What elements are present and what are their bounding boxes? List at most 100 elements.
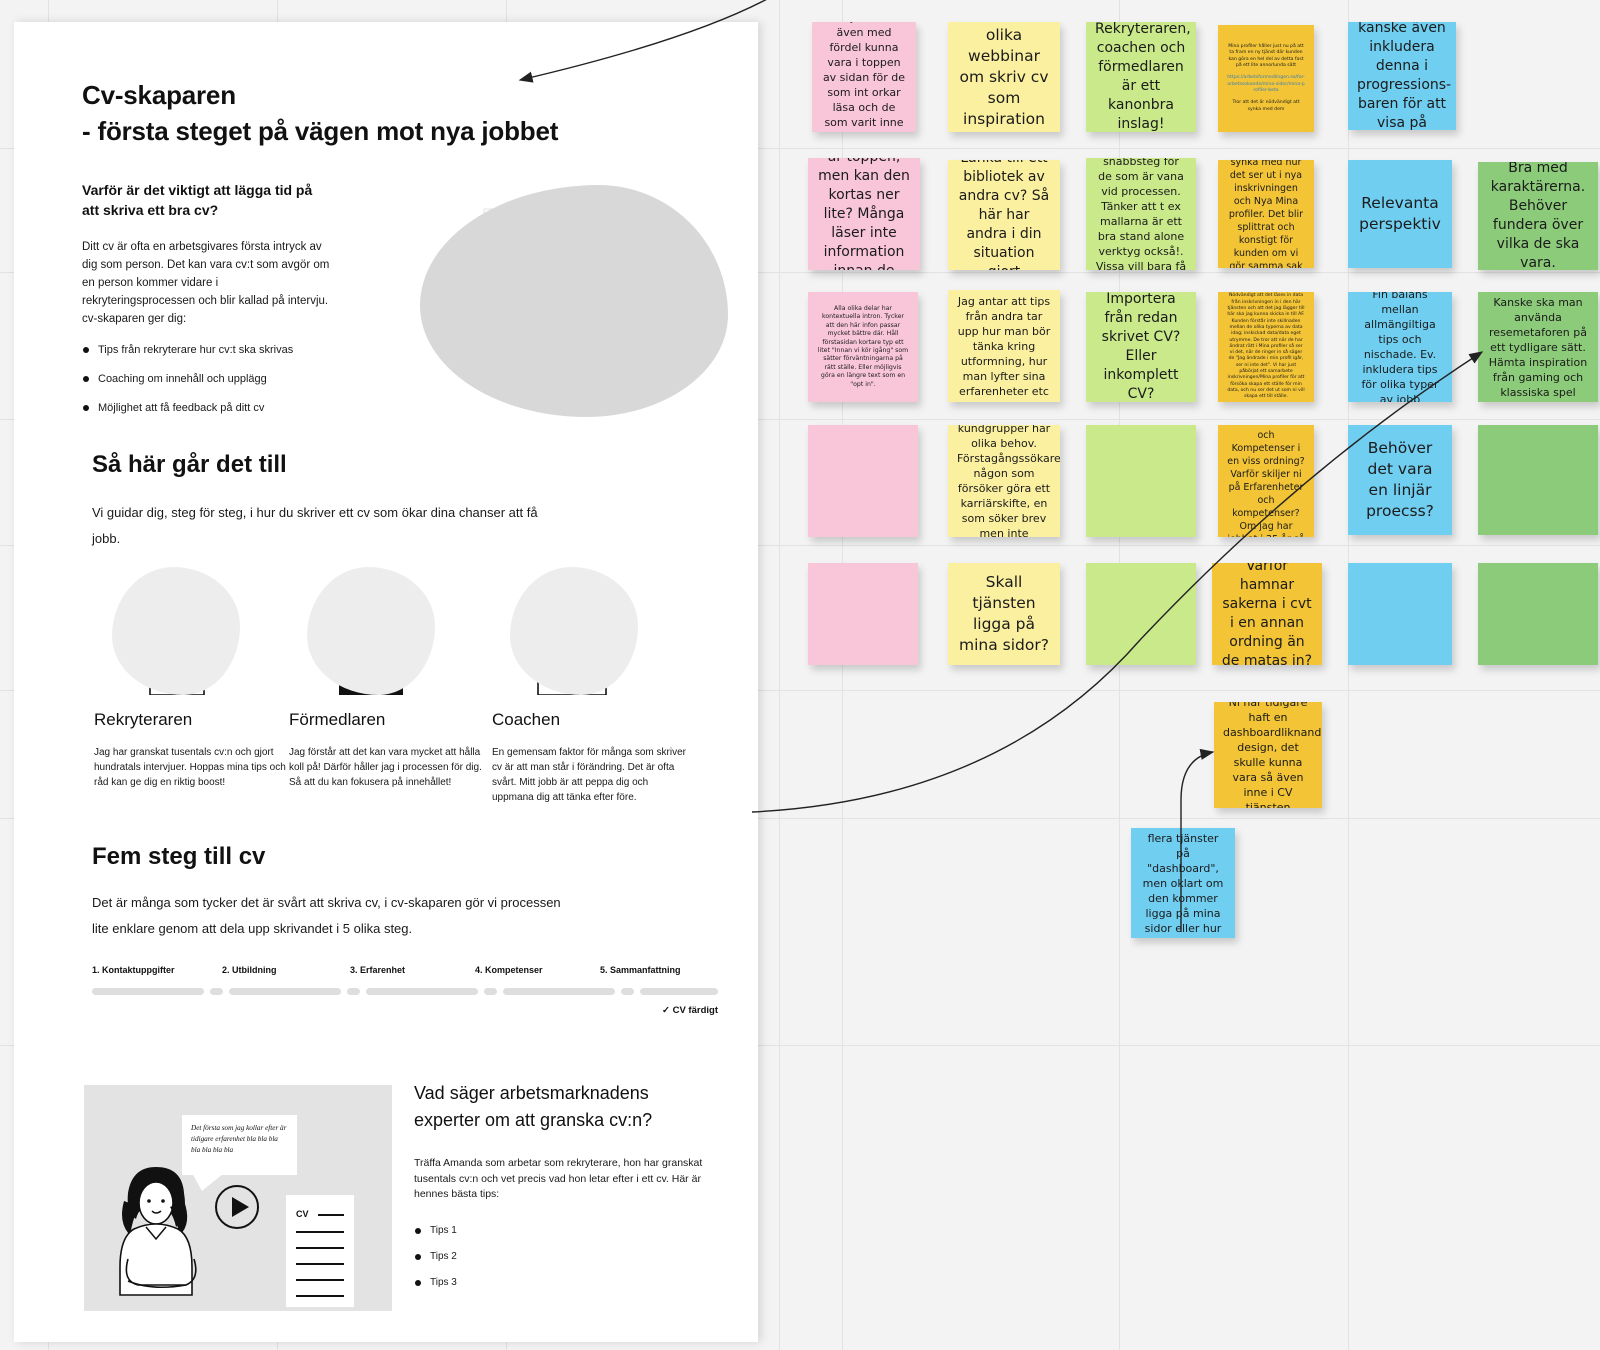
- persona-text: Jag har granskat tusentals cv:n och gjor…: [94, 747, 286, 788]
- progress-dot-4[interactable]: [621, 988, 634, 995]
- sticky-note[interactable]: Länka till olika webbinar om skriv cv so…: [948, 22, 1060, 132]
- avatar-blob-icon: [307, 567, 435, 695]
- video-thumbnail[interactable]: Det första som jag kollar efter är tidig…: [84, 1085, 392, 1311]
- sticky-note-text: Bra med karaktärerna. Behöver fundera öv…: [1490, 162, 1586, 270]
- mini-cv-line: [296, 1263, 344, 1265]
- sticky-note[interactable]: Länken till att börja skulle även med fö…: [812, 22, 916, 132]
- sticky-note[interactable]: Behöver det vara en linjär proecss?: [1348, 425, 1452, 535]
- sticky-note[interactable]: [1478, 563, 1598, 665]
- sticky-note[interactable]: Informationen är toppen, men kan den kor…: [808, 158, 920, 270]
- step-label-2[interactable]: 2. Utbildning: [222, 964, 277, 976]
- progress-bar-segment-2[interactable]: [229, 988, 341, 995]
- sticky-note-text: Olika kundgrupper har olika behov. Först…: [957, 425, 1060, 537]
- sticky-note[interactable]: Länka till ett bibliotek av andra cv? Så…: [948, 160, 1060, 270]
- sticky-note[interactable]: [1478, 425, 1598, 535]
- sticky-note[interactable]: [1348, 563, 1452, 665]
- list-item: Tips 3: [414, 1275, 714, 1291]
- hero-illustration: CV: [412, 177, 732, 427]
- list-item: Tips 1: [414, 1223, 714, 1239]
- mini-cv-sheet: CV: [286, 1195, 354, 1307]
- avatar-blob-icon: [112, 567, 240, 695]
- sticky-note-text: Nödvändigt att synka med hur det ser ut …: [1228, 160, 1304, 268]
- page-subtitle: - första steget på vägen mot nya jobbet: [82, 116, 559, 146]
- persona-card-formedlaren[interactable]: Förmedlaren Jag förstår att det kan vara…: [289, 567, 489, 790]
- sticky-note-text: Informationen är toppen, men kan den kor…: [818, 158, 910, 270]
- how-it-works-heading: Så här går det till: [92, 451, 287, 478]
- sticky-note[interactable]: Olika kundgrupper har olika behov. Först…: [948, 425, 1060, 537]
- sticky-note[interactable]: Mina profiler håller just nu på att ta f…: [1218, 25, 1314, 132]
- intro-paragraph: Ditt cv är ofta en arbetsgivares första …: [82, 241, 330, 325]
- progress-bar-segment-4[interactable]: [503, 988, 615, 995]
- intro-bullet-list: Tips från rekryterare hur cv:t ska skriv…: [82, 342, 332, 416]
- sticky-note[interactable]: Alla olika delar har kontextuella intron…: [808, 292, 918, 402]
- sticky-note[interactable]: Införa något snabbsteg för de som är van…: [1086, 158, 1196, 270]
- sticky-note[interactable]: Bra med karaktärerna. Behöver fundera öv…: [1478, 162, 1598, 270]
- sticky-note[interactable]: Varför hamnar sakerna i cvt i en annan o…: [1212, 563, 1322, 665]
- sticky-note-body: Mina profiler håller just nu på att ta f…: [1227, 44, 1305, 113]
- amanda-illustration-icon: [119, 1167, 197, 1296]
- progress-bar-segment-1[interactable]: [92, 988, 204, 995]
- sticky-note-text: Bra med Intro - kanske även inkludera de…: [1357, 22, 1452, 130]
- step-label-3[interactable]: 3. Erfarenhet: [350, 964, 405, 976]
- sticky-note-text: Införa något snabbsteg för de som är van…: [1095, 158, 1187, 270]
- persona-avatar: [510, 567, 638, 696]
- sticky-note-text-secondary: Tror att det är nödvändigt att synka med…: [1232, 100, 1300, 112]
- persona-name: Förmedlaren: [289, 710, 386, 729]
- sticky-note-text: Importera från redan skrivet CV? Eller i…: [1101, 292, 1181, 402]
- sticky-note[interactable]: Varför måste man matat in Utbildning, er…: [1218, 425, 1314, 537]
- sticky-note-text: Ni har tidigare haft en dashboardliknand…: [1223, 702, 1322, 808]
- list-item: Möjlighet att få feedback på ditt cv: [82, 400, 332, 416]
- intro-heading: Varför är det viktigt att lägga tid på a…: [82, 182, 313, 218]
- sticky-note[interactable]: [808, 563, 918, 665]
- sticky-note[interactable]: Bra med Intro - kanske även inkludera de…: [1348, 22, 1456, 130]
- sticky-note[interactable]: [1086, 563, 1196, 665]
- list-item: Tips från rekryterare hur cv:t ska skriv…: [82, 342, 332, 358]
- persona-card-rekryteraren[interactable]: Rekryteraren Jag har granskat tusentals …: [94, 567, 294, 790]
- progress-dot-3[interactable]: [484, 988, 497, 995]
- sticky-note-text: Varför måste man matat in Utbildning, er…: [1227, 425, 1305, 537]
- sticky-note[interactable]: [1086, 425, 1196, 537]
- persona-name: Rekryteraren: [94, 710, 193, 729]
- sticky-note[interactable]: Rekryteraren, coachen och förmedlaren är…: [1086, 22, 1196, 132]
- video-paragraph: Träffa Amanda som arbetar som rekryterar…: [414, 1157, 703, 1200]
- mini-cv-line: [296, 1247, 344, 1249]
- progress-bar-segment-3[interactable]: [366, 988, 478, 995]
- mockup-page[interactable]: Cv-skaparen - första steget på vägen mot…: [14, 22, 758, 1342]
- sticky-note[interactable]: Skall tjänsten ligga på mina sidor?: [948, 563, 1060, 665]
- sticky-note[interactable]: Jag antar att tips från andra tar upp hu…: [948, 290, 1060, 402]
- step-label-5[interactable]: 5. Sammanfattning: [600, 964, 681, 976]
- mini-cv-line: [318, 1214, 344, 1216]
- sticky-note[interactable]: Relevanta perspektiv: [1348, 160, 1452, 268]
- sticky-note[interactable]: Kanske ska man använda resemetaforen på …: [1478, 292, 1598, 402]
- grid-line-vertical: [779, 0, 780, 1350]
- progress-bar-segment-5[interactable]: [640, 988, 718, 995]
- sticky-note-link[interactable]: https://arbetsformedlingen.se/for-arbets…: [1227, 75, 1305, 94]
- video-tips-list: Tips 1 Tips 2 Tips 3: [414, 1223, 714, 1291]
- progress-dot-1[interactable]: [210, 988, 223, 995]
- play-icon[interactable]: [215, 1185, 259, 1229]
- sticky-note-text: Nödvändigt att det läses in data från in…: [1227, 293, 1305, 400]
- sticky-note-text: Varför hamnar sakerna i cvt i en annan o…: [1221, 563, 1313, 665]
- play-triangle-icon: [232, 1197, 249, 1217]
- progress-dot-2[interactable]: [347, 988, 360, 995]
- sticky-note[interactable]: Importera från redan skrivet CV? Eller i…: [1086, 292, 1196, 402]
- how-it-works-paragraph: Vi guidar dig, steg för steg, i hur du s…: [92, 505, 538, 546]
- persona-card-coachen[interactable]: Coachen En gemensam faktor för många som…: [492, 567, 692, 805]
- persona-text: Jag förstår att det kan vara mycket att …: [289, 747, 482, 788]
- step-label-1[interactable]: 1. Kontaktuppgifter: [92, 964, 175, 976]
- sticky-note-text: Fin balans mellan allmängiltiga tips och…: [1361, 292, 1439, 402]
- sticky-note-text: Detta är en av flera tjänster på "dashbo…: [1142, 828, 1224, 938]
- video-heading: Vad säger arbetsmarknadens experter om a…: [414, 1083, 653, 1130]
- sticky-note[interactable]: Fin balans mellan allmängiltiga tips och…: [1348, 292, 1452, 402]
- list-item: Tips 2: [414, 1249, 714, 1265]
- sticky-note[interactable]: Nödvändigt att synka med hur det ser ut …: [1218, 160, 1314, 268]
- sticky-note[interactable]: [808, 425, 918, 537]
- five-steps-heading: Fem steg till cv: [92, 843, 266, 870]
- step-label-4[interactable]: 4. Kompetenser: [475, 964, 543, 976]
- sticky-note-text: Mina profiler håller just nu på att ta f…: [1228, 44, 1304, 69]
- sticky-note[interactable]: Nödvändigt att det läses in data från in…: [1218, 292, 1314, 402]
- mini-cv-label: CV: [296, 1209, 309, 1219]
- sticky-note[interactable]: Ni har tidigare haft en dashboardliknand…: [1214, 702, 1322, 808]
- sticky-note[interactable]: Detta är en av flera tjänster på "dashbo…: [1131, 828, 1235, 938]
- sticky-note-text: Relevanta perspektiv: [1359, 194, 1441, 233]
